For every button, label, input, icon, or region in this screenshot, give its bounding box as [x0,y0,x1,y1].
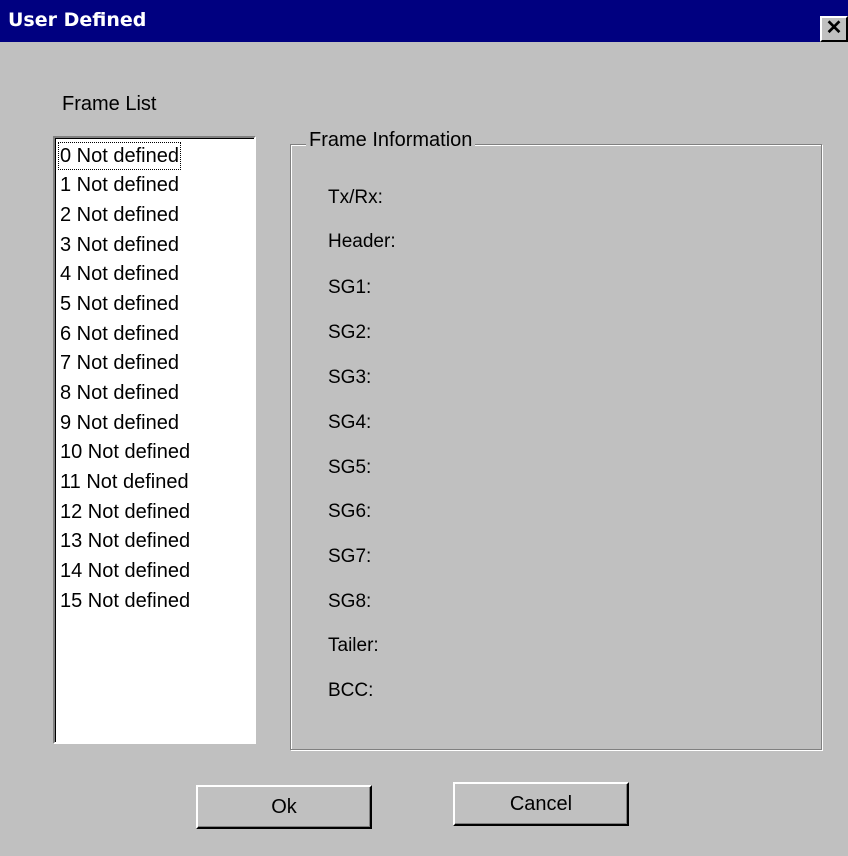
field-label-sg7: SG7: [328,546,372,567]
ok-button[interactable]: Ok [196,785,372,829]
field-label-txrx: Tx/Rx: [328,187,383,208]
list-item[interactable]: 0 Not defined [58,142,181,170]
list-item[interactable]: 13 Not defined [58,527,192,555]
frame-list-label: Frame List [62,93,157,115]
list-item[interactable]: 5 Not defined [58,290,181,318]
list-item[interactable]: 1 Not defined [58,171,181,199]
field-label-sg1: SG1: [328,277,372,298]
list-item[interactable]: 7 Not defined [58,349,181,377]
field-label-tailer: Tailer: [328,635,379,656]
list-item[interactable]: 8 Not defined [58,379,181,407]
list-item[interactable]: 11 Not defined [58,468,191,496]
field-label-sg5: SG5: [328,457,372,478]
list-item[interactable]: 3 Not defined [58,231,181,259]
field-label-sg2: SG2: [328,322,372,343]
field-label-sg4: SG4: [328,412,372,433]
list-item[interactable]: 15 Not defined [58,587,192,615]
list-item[interactable]: 4 Not defined [58,260,181,288]
list-item[interactable]: 12 Not defined [58,498,192,526]
frame-information-title: Frame Information [306,129,476,152]
field-label-header: Header: [328,231,396,252]
cancel-button[interactable]: Cancel [453,782,629,826]
list-item[interactable]: 10 Not defined [58,438,192,466]
close-icon: ✕ [825,17,843,39]
list-item[interactable]: 2 Not defined [58,201,181,229]
field-label-bcc: BCC: [328,680,374,701]
list-item[interactable]: 6 Not defined [58,320,181,348]
frame-listbox[interactable]: 0 Not defined 1 Not defined 2 Not define… [53,136,256,744]
field-label-sg3: SG3: [328,367,372,388]
field-label-sg8: SG8: [328,591,372,612]
list-item[interactable]: 14 Not defined [58,557,192,585]
field-label-sg6: SG6: [328,501,372,522]
list-item[interactable]: 9 Not defined [58,409,181,437]
title-bar: User Defined ✕ [0,0,848,42]
close-button[interactable]: ✕ [820,16,848,42]
window-title: User Defined [8,9,147,31]
